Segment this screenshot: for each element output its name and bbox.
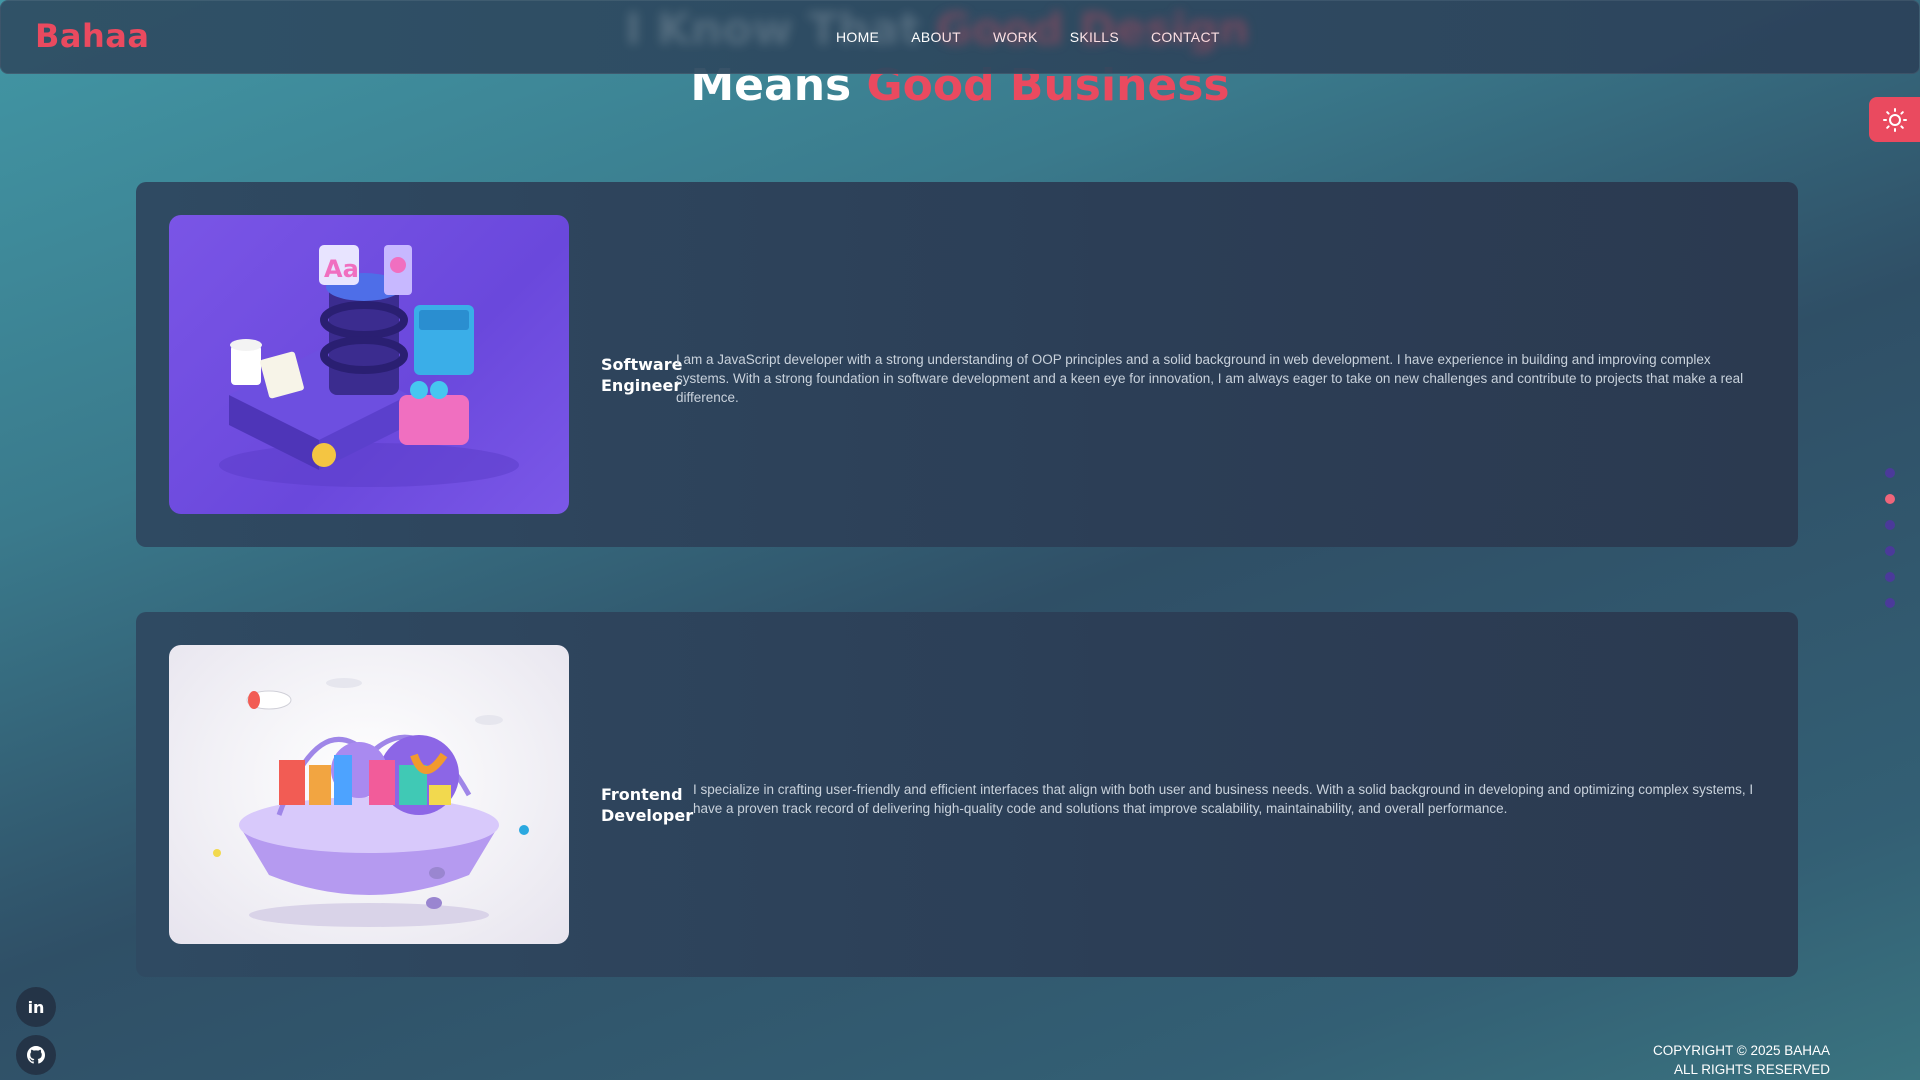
nav-about[interactable]: ABOUT — [911, 29, 961, 45]
copyright-footer: COPYRIGHT © 2025 BAHAA ALL RIGHTS RESERV… — [1653, 1041, 1830, 1079]
theme-toggle-button[interactable] — [1869, 97, 1920, 142]
frontend-developer-illustration — [169, 645, 569, 944]
service-card-frontend-developer: Frontend Developer I specialize in craft… — [136, 612, 1798, 977]
main-nav: HOME ABOUT WORK SKILLS CONTACT — [836, 29, 1220, 45]
linkedin-icon: in — [27, 997, 45, 1017]
github-link[interactable] — [16, 1035, 56, 1075]
service-card-software-engineer: Aa Software Engineer I am a JavaScript d… — [136, 182, 1798, 547]
card-description: I specialize in crafting user-friendly a… — [693, 782, 1754, 816]
nav-contact[interactable]: CONTACT — [1151, 29, 1220, 45]
card-title: Frontend Developer — [601, 785, 694, 825]
card-title: Software Engineer — [601, 355, 683, 395]
software-engineer-illustration: Aa — [169, 215, 569, 514]
nav-skills[interactable]: SKILLS — [1070, 29, 1119, 45]
site-logo[interactable]: Bahaa — [35, 17, 149, 55]
copyright-line: COPYRIGHT © 2025 BAHAA — [1652, 1043, 1830, 1058]
svg-text:Aa: Aa — [324, 255, 359, 283]
nav-work[interactable]: WORK — [993, 29, 1038, 45]
rights-line: ALL RIGHTS RESERVED — [1673, 1062, 1830, 1077]
site-header: Bahaa HOME ABOUT WORK SKILLS CONTACT — [0, 0, 1920, 74]
pager-dot[interactable] — [1885, 546, 1895, 556]
linkedin-link[interactable]: in — [16, 987, 56, 1027]
pager-dot[interactable] — [1885, 598, 1895, 608]
pager-dot-active[interactable] — [1885, 494, 1895, 504]
pager-dot[interactable] — [1885, 520, 1895, 530]
pager-dot[interactable] — [1885, 468, 1895, 478]
card-description: I am a JavaScript developer with a stron… — [676, 352, 1744, 405]
section-pager — [1885, 468, 1895, 624]
github-icon — [27, 1046, 45, 1064]
nav-home[interactable]: HOME — [836, 29, 879, 45]
pager-dot[interactable] — [1885, 572, 1895, 582]
sun-icon — [1882, 107, 1907, 132]
